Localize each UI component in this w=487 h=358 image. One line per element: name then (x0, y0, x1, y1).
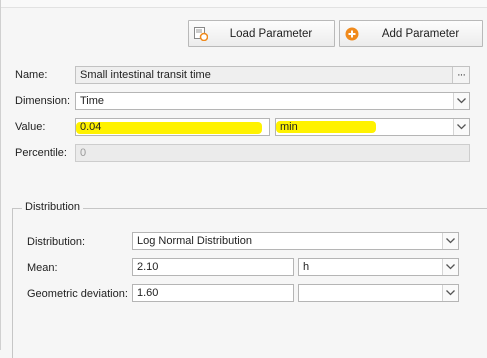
value-unit: min (280, 121, 298, 133)
distribution-value: Log Normal Distribution (137, 235, 252, 247)
mean-label: Mean: (27, 262, 58, 274)
top-edge (0, 0, 487, 8)
add-parameter-label: Add Parameter (381, 27, 460, 40)
mean-input[interactable]: 2.10 (132, 258, 294, 276)
chevron-down-icon[interactable] (442, 285, 458, 301)
percentile-value: 0 (80, 147, 87, 159)
name-value: Small intestinal transit time (80, 69, 211, 81)
chevron-down-icon[interactable] (442, 233, 458, 249)
geometric-deviation-label: Geometric deviation: (27, 288, 128, 300)
geometric-deviation-value: 1.60 (137, 287, 159, 299)
load-parameter-label: Load Parameter (229, 27, 313, 40)
add-parameter-button[interactable]: Add Parameter (339, 20, 483, 47)
distribution-label: Distribution: (27, 236, 86, 248)
left-edge (0, 0, 1, 350)
chevron-down-icon[interactable] (442, 259, 458, 275)
percentile-label: Percentile: (15, 147, 67, 159)
value-input[interactable]: 0.04 (75, 118, 270, 136)
value-unit-select[interactable]: min (275, 118, 470, 136)
plus-circle-icon (345, 27, 359, 41)
name-field[interactable]: Small intestinal transit time ··· (75, 66, 470, 84)
geometric-deviation-unit-select[interactable] (298, 284, 459, 302)
chevron-down-icon[interactable] (453, 93, 469, 109)
load-parameter-button[interactable]: Load Parameter (188, 20, 335, 47)
geometric-deviation-input[interactable]: 1.60 (132, 284, 294, 302)
percentile-input: 0 (75, 144, 470, 162)
mean-unit: h (303, 261, 310, 273)
dimension-value: Time (80, 95, 105, 107)
distribution-select[interactable]: Log Normal Distribution (132, 232, 459, 250)
chevron-down-icon[interactable] (453, 119, 469, 135)
mean-unit-select[interactable]: h (298, 258, 459, 276)
dimension-label: Dimension: (15, 95, 71, 107)
value-label: Value: (15, 121, 46, 133)
value-value: 0.04 (80, 121, 102, 133)
load-parameter-icon (194, 26, 208, 41)
name-label: Name: (15, 69, 48, 81)
distribution-group-title: Distribution (22, 201, 84, 213)
mean-value: 2.10 (137, 261, 159, 273)
distribution-groupbox (12, 208, 487, 358)
dimension-select[interactable]: Time (75, 92, 470, 110)
name-browse-button[interactable]: ··· (452, 67, 469, 83)
